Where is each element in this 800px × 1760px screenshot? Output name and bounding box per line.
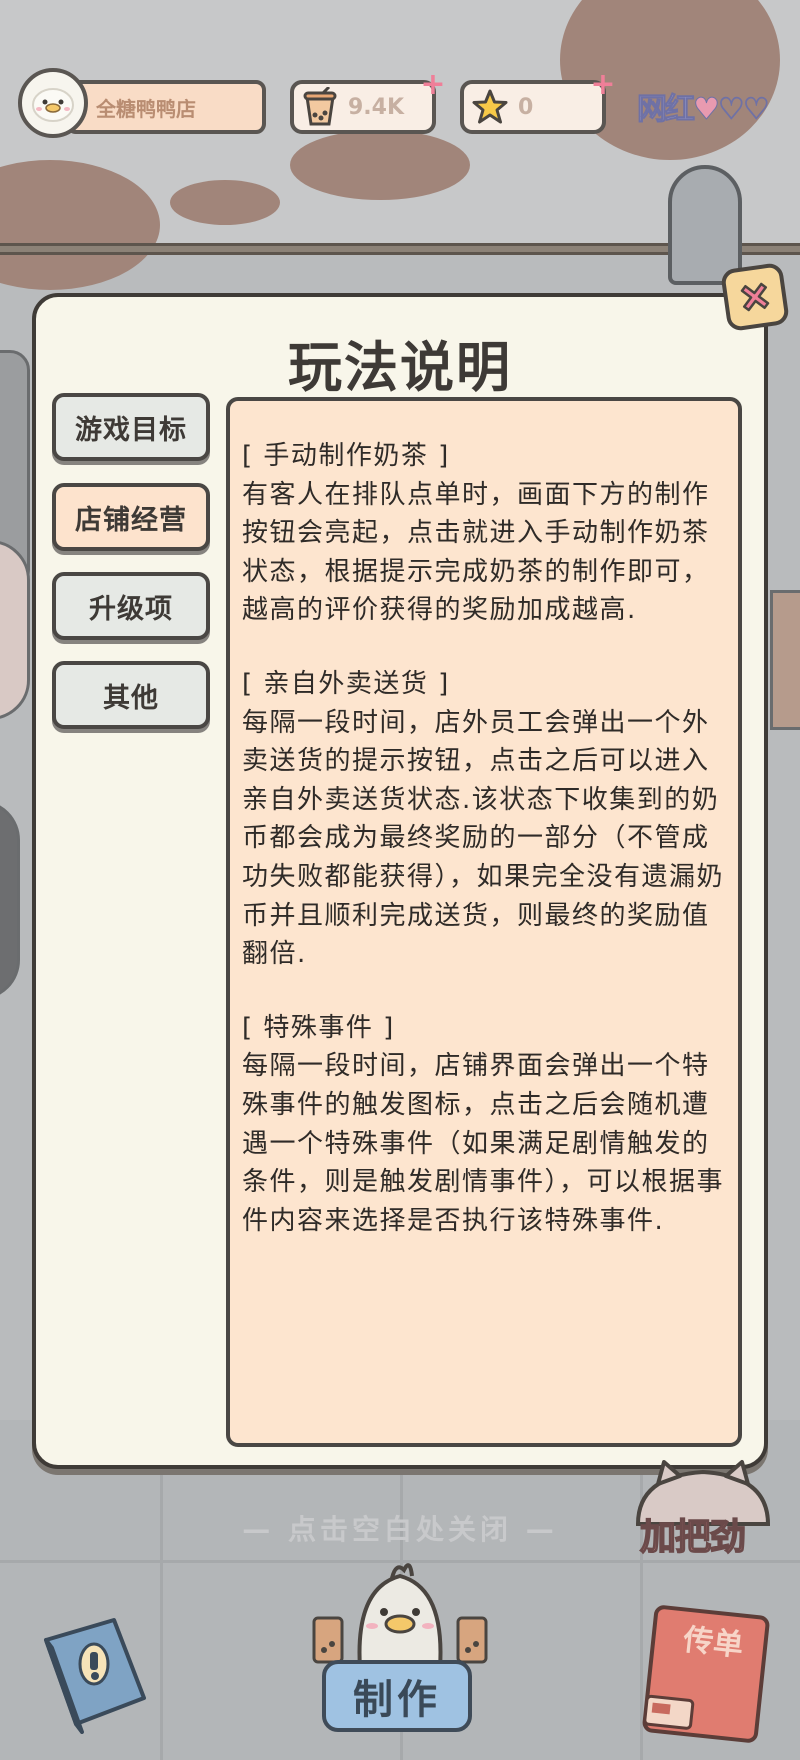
tab-other[interactable]: 其他 <box>52 661 210 729</box>
flyer-icon <box>643 1694 695 1730</box>
cheer-button[interactable]: 加把劲 <box>639 1508 747 1560</box>
heart-icon: ♡ <box>717 92 745 128</box>
section-body: 每隔一段时间，店外员工会弹出一个外卖送货的提示按钮，点击之后可以进入亲自外卖送货… <box>242 707 725 970</box>
background-blob <box>170 180 280 225</box>
tab-upgrades[interactable]: 升级项 <box>52 572 210 640</box>
star-value: 0 <box>518 94 534 120</box>
background-figure <box>0 540 30 720</box>
make-button-label: 制作 <box>353 1677 441 1723</box>
section-body: 有客人在排队点单时，画面下方的制作按钮会亮起，点击就进入手动制作奶茶状态，根据提… <box>242 479 710 626</box>
background-counter <box>770 590 800 730</box>
flyer-button[interactable]: 传单 <box>641 1604 771 1744</box>
make-tea-button[interactable]: 制作 <box>322 1660 472 1732</box>
tab-label: 店铺经营 <box>75 504 187 536</box>
section-body: 每隔一段时间，店铺界面会弹出一个特殊事件的触发图标，点击之后会随机遭遇一个特殊事… <box>242 1051 725 1236</box>
player-avatar[interactable] <box>18 68 88 138</box>
dialog-title: 玩法说明 <box>288 336 512 399</box>
background-figure <box>0 800 20 1000</box>
add-currency-button[interactable]: + <box>420 70 446 100</box>
book-icon <box>44 1618 146 1734</box>
how-to-play-dialog: 玩法说明 游戏目标 店铺经营 升级项 其他 [ 手动制作奶茶 ] 有客人在排队点… <box>32 293 768 1469</box>
add-star-button[interactable]: + <box>590 70 616 100</box>
milk-tea-icon <box>300 87 340 127</box>
duck-avatar-icon <box>32 88 74 122</box>
shop-name-plate[interactable]: 全糖鸭鸭店 <box>66 80 266 134</box>
instruction-content[interactable]: [ 手动制作奶茶 ] 有客人在排队点单时，画面下方的制作按钮会亮起，点击就进入手… <box>226 397 742 1447</box>
recipe-book-button[interactable] <box>36 1612 154 1734</box>
close-icon <box>740 282 770 312</box>
section-heading: [ 亲自外卖送货 ] <box>242 668 450 699</box>
tab-shop-management[interactable]: 店铺经营 <box>52 483 210 551</box>
fame-badge[interactable]: 网红♥♡♡ <box>637 84 771 128</box>
instruction-section: [ 特殊事件 ] 每隔一段时间，店铺界面会弹出一个特殊事件的触发图标，点击之后会… <box>242 1009 726 1241</box>
close-button[interactable] <box>719 261 791 333</box>
currency-counter[interactable]: 9.4K + <box>290 70 446 134</box>
tab-label: 升级项 <box>89 593 173 625</box>
duck-chef-icon <box>312 1563 488 1670</box>
star-counter[interactable]: 0 + <box>460 70 616 134</box>
tab-label: 游戏目标 <box>75 414 187 446</box>
shop-name: 全糖鸭鸭店 <box>96 96 196 121</box>
instruction-section: [ 亲自外卖送货 ] 每隔一段时间，店外员工会弹出一个外卖送货的提示按钮，点击之… <box>242 665 726 974</box>
fame-label: 网红 <box>637 92 696 128</box>
heart-icon: ♥ <box>693 92 721 128</box>
currency-value: 9.4K <box>348 94 405 120</box>
flyer-label: 传单 <box>681 1622 745 1664</box>
section-heading: [ 手动制作奶茶 ] <box>242 441 450 471</box>
duck-chef <box>300 1548 500 1678</box>
background-blob <box>290 130 470 200</box>
tab-label: 其他 <box>103 682 159 714</box>
star-icon <box>470 87 510 127</box>
section-heading: [ 特殊事件 ] <box>242 1012 395 1043</box>
tab-game-goal[interactable]: 游戏目标 <box>52 393 210 461</box>
door-sign <box>668 165 742 285</box>
floor-tile-line <box>160 1420 163 1760</box>
instruction-section: [ 手动制作奶茶 ] 有客人在排队点单时，画面下方的制作按钮会亮起，点击就进入手… <box>242 437 726 630</box>
heart-icon: ♡ <box>742 92 770 128</box>
